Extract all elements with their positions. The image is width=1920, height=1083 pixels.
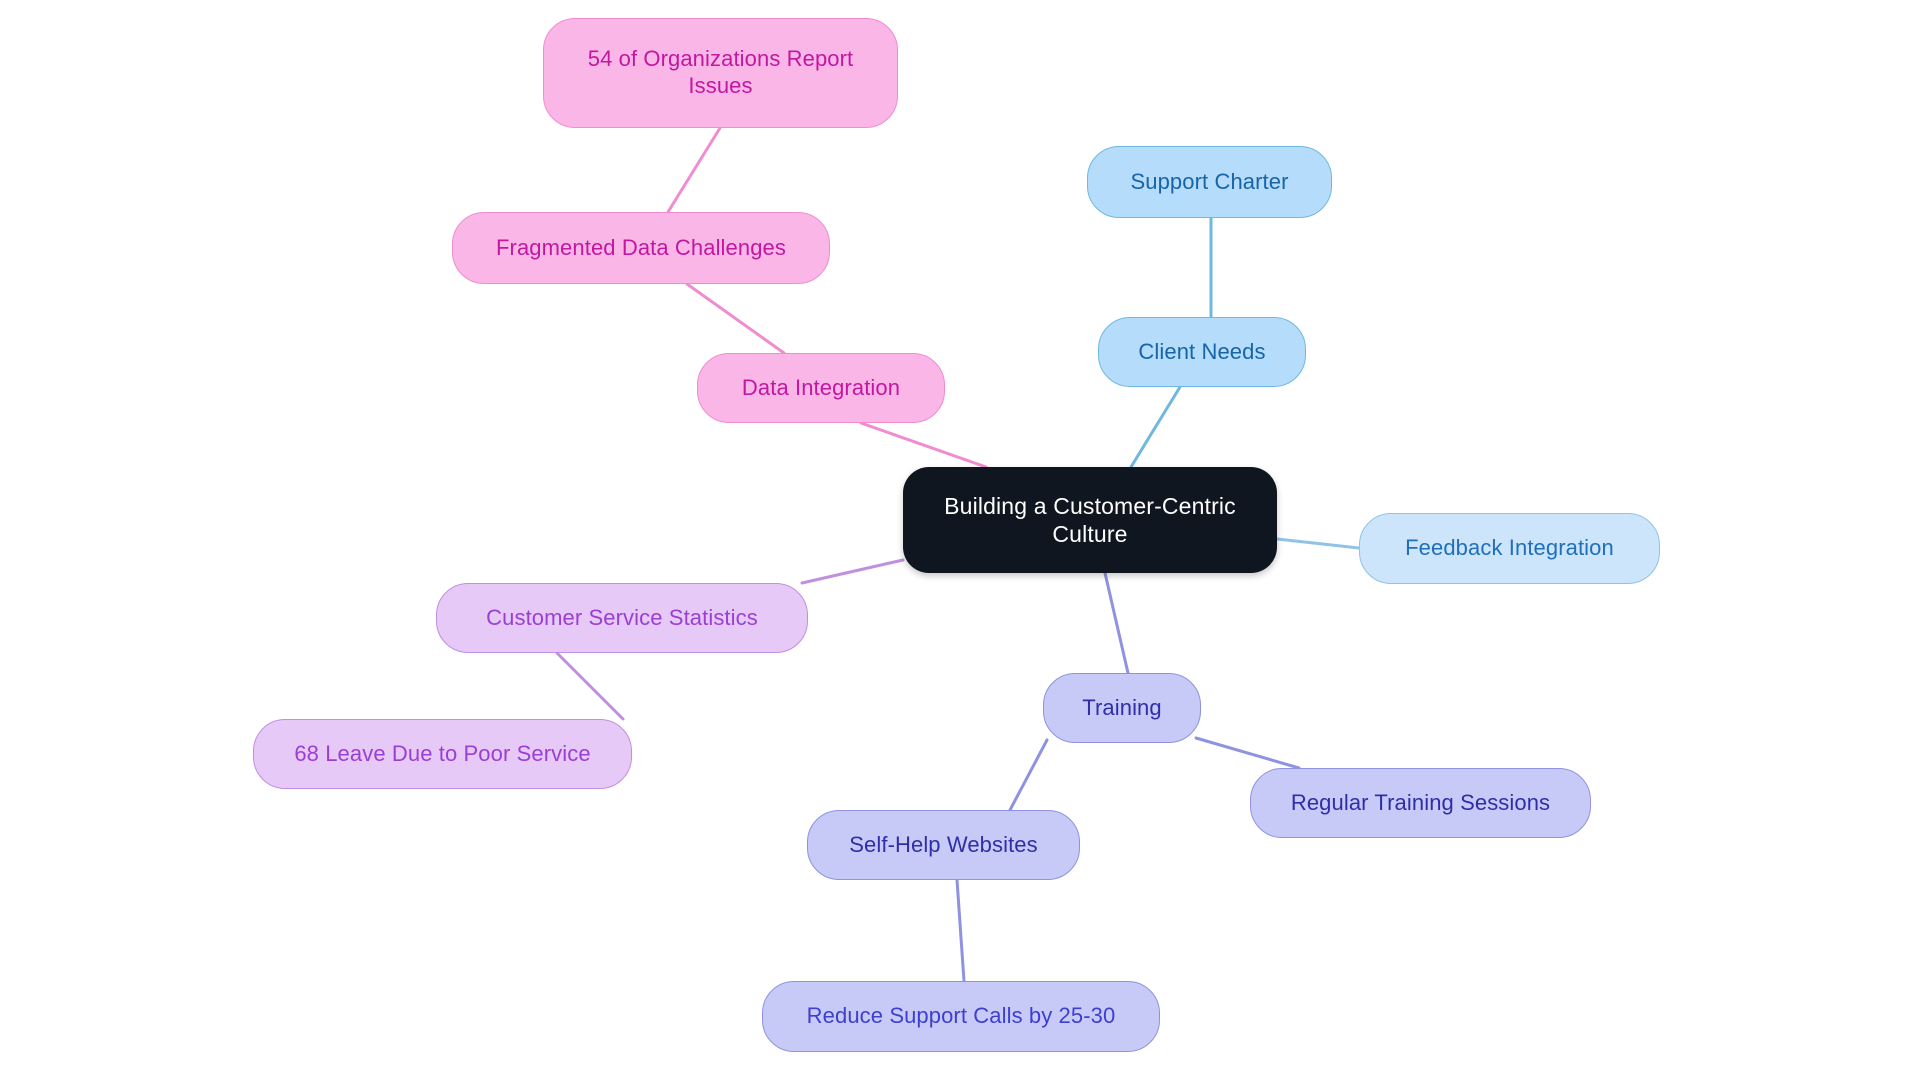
mindmap-node-label: Data Integration (741, 374, 901, 400)
edge-training-regular (1194, 736, 1301, 770)
mindmap-node-feedback-integration[interactable]: Feedback Integration (1359, 513, 1660, 584)
edge-data-integration-fragmented (685, 282, 786, 355)
mindmap-node-leave-due-poor-service[interactable]: 68 Leave Due to Poor Service (253, 719, 632, 789)
edge-root-feedback (1275, 537, 1361, 550)
mindmap-node-self-help-websites[interactable]: Self-Help Websites (807, 810, 1080, 880)
mindmap-node-training[interactable]: Training (1043, 673, 1201, 743)
mindmap-node-fragmented-data-challenges[interactable]: Fragmented Data Challenges (452, 212, 830, 284)
mindmap-node-label: Training (1082, 694, 1162, 720)
mindmap-node-label: Building a Customer-Centric Culture (944, 492, 1236, 547)
mindmap-canvas: Data Integration Fragmented Data Challeng… (0, 0, 1920, 1083)
mindmap-node-label: Reduce Support Calls by 25-30 (806, 1003, 1116, 1029)
edge-root-client-needs (1129, 385, 1182, 469)
mindmap-node-regular-training-sessions[interactable]: Regular Training Sessions (1250, 768, 1591, 838)
mindmap-node-client-needs[interactable]: Client Needs (1098, 317, 1306, 387)
mindmap-node-customer-service-statistics[interactable]: Customer Service Statistics (436, 583, 808, 653)
mindmap-node-organizations-report-issues[interactable]: 54 of Organizations Report Issues (543, 18, 898, 128)
edge-root-customer-stats (800, 558, 905, 585)
mindmap-node-label: Regular Training Sessions (1290, 789, 1551, 815)
mindmap-node-label: Customer Service Statistics (486, 604, 758, 630)
mindmap-node-label: Client Needs (1138, 338, 1266, 364)
mindmap-node-reduce-support-calls[interactable]: Reduce Support Calls by 25-30 (762, 981, 1160, 1052)
mindmap-node-label: 68 Leave Due to Poor Service (294, 740, 591, 766)
mindmap-node-data-integration[interactable]: Data Integration (697, 353, 945, 423)
edge-fragmented-organizations (666, 126, 722, 214)
edge-customer-stats-leave (555, 651, 625, 721)
mindmap-node-label: Support Charter (1130, 168, 1289, 194)
mindmap-node-root[interactable]: Building a Customer-Centric Culture (903, 467, 1277, 573)
mindmap-node-label: Feedback Integration (1405, 535, 1614, 561)
edge-training-selfhelp (1008, 738, 1049, 812)
mindmap-node-label: 54 of Organizations Report Issues (587, 46, 854, 98)
mindmap-node-label: Self-Help Websites (849, 831, 1038, 857)
edge-root-training (1103, 571, 1130, 675)
mindmap-node-label: Fragmented Data Challenges (496, 234, 786, 260)
mindmap-node-support-charter[interactable]: Support Charter (1087, 146, 1332, 218)
edge-selfhelp-reduce (955, 878, 966, 983)
edge-root-data-integration (859, 421, 988, 469)
